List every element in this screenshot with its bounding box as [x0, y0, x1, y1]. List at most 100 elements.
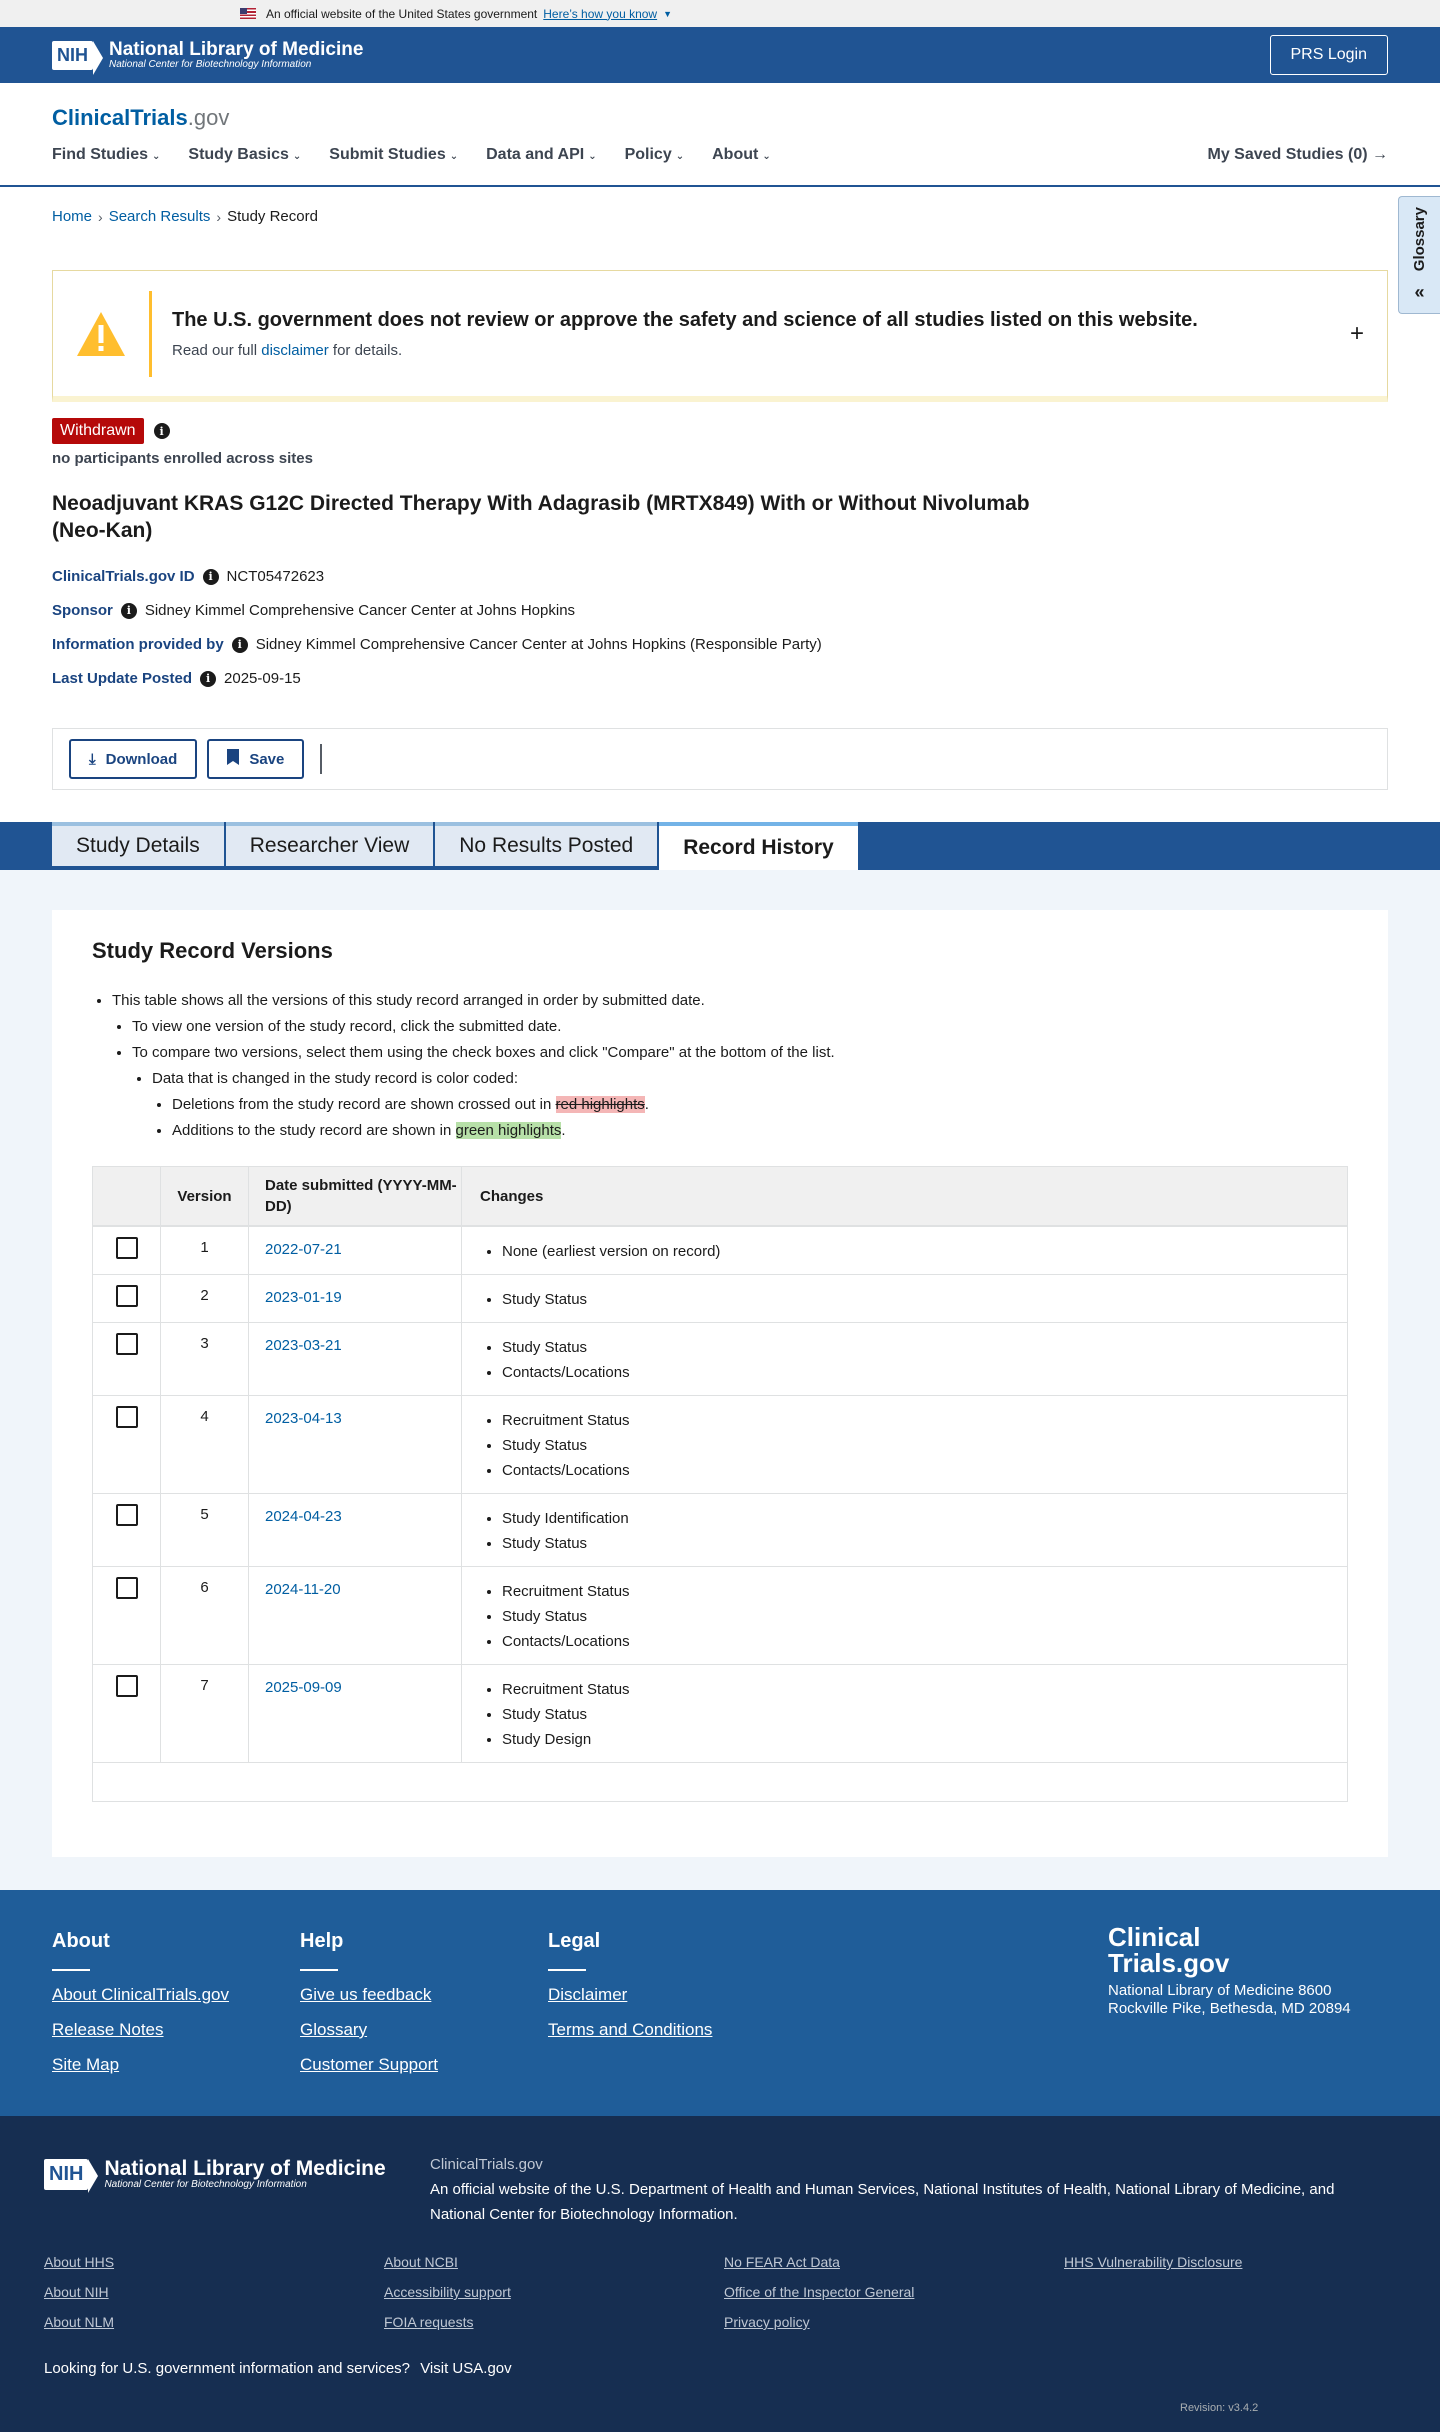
- tab-study-details[interactable]: Study Details: [52, 822, 224, 866]
- compare-checkbox[interactable]: [115, 1675, 138, 1697]
- tab-no-results-posted[interactable]: No Results Posted: [435, 822, 658, 866]
- nav-policy[interactable]: Policy ⌄: [625, 146, 685, 164]
- footer-legal-heading: Legal: [548, 1930, 601, 1952]
- nct-id-row: ClinicalTrials.gov ID i NCT05472623: [52, 568, 324, 585]
- note-item: Data that is changed in the study record…: [152, 1066, 835, 1092]
- status-row: Withdrawn i: [52, 418, 170, 444]
- footer-link[interactable]: Terms and Conditions: [548, 2020, 712, 2040]
- info-icon[interactable]: i: [120, 602, 137, 619]
- footer-link[interactable]: Customer Support: [300, 2055, 438, 2075]
- versions-heading: Study Record Versions: [92, 938, 333, 963]
- change-item: Study Identification: [502, 1506, 629, 1531]
- nih-link[interactable]: National Institutes of Health: [923, 2181, 1106, 2198]
- text: and: [1309, 2181, 1335, 2198]
- nlm-link[interactable]: National Library of Medicine: [1115, 2181, 1301, 2198]
- visit-usa-gov-link[interactable]: Visit USA.gov: [420, 2360, 511, 2377]
- row-checkbox-cell: [93, 1227, 161, 1274]
- footer-bottom-link[interactable]: About NCBI: [384, 2254, 724, 2270]
- arrow-right-icon: →: [1372, 146, 1388, 163]
- nav-submit-studies[interactable]: Submit Studies ⌄: [329, 146, 458, 164]
- info-icon[interactable]: i: [153, 423, 170, 439]
- ncbi-link[interactable]: National Center for Biotechnology Inform…: [430, 2206, 734, 2223]
- disclaimer-link[interactable]: disclaimer: [261, 342, 329, 359]
- change-item: Study Design: [502, 1727, 630, 1752]
- footer-address: National Library of Medicine 8600 Rockvi…: [1108, 1982, 1351, 2017]
- clinicaltrials-logo[interactable]: ClinicalTrials.gov: [52, 105, 229, 131]
- footer-bottom-link[interactable]: Accessibility support: [384, 2284, 724, 2300]
- breadcrumb-current: Study Record: [227, 208, 318, 225]
- footer-help-heading: Help: [300, 1930, 344, 1952]
- enrollment-text: no participants enrolled across sites: [52, 450, 313, 467]
- nav-find-studies[interactable]: Find Studies ⌄: [52, 146, 160, 164]
- download-button[interactable]: ⤓ Download: [69, 739, 198, 779]
- footer-bottom-link[interactable]: Office of the Inspector General: [724, 2284, 1064, 2300]
- footer-bottom-link[interactable]: About HHS: [44, 2254, 384, 2270]
- footer-legal-col: Legal Disclaimer Terms and Conditions: [548, 1930, 712, 2055]
- changes-cell: Study Status: [462, 1275, 1347, 1322]
- table-row: 3 2023-03-21 Study StatusContacts/Location…: [93, 1323, 1347, 1396]
- version-date-link[interactable]: 2023-04-13: [265, 1408, 342, 1429]
- my-saved-studies-link[interactable]: My Saved Studies (0) →: [1208, 146, 1389, 164]
- chevron-down-icon: ⌄: [588, 151, 597, 162]
- sponsor-value: Sidney Kimmel Comprehensive Cancer Cente…: [144, 602, 576, 619]
- save-button[interactable]: Save: [207, 739, 305, 779]
- breadcrumb-search-results[interactable]: Search Results: [109, 208, 211, 225]
- footer-ct-logo[interactable]: Clinical Trials.gov: [1108, 1924, 1368, 1976]
- chevron-right-icon: ›: [98, 208, 103, 225]
- footer-link[interactable]: Give us feedback: [300, 1985, 438, 2005]
- version-date-link[interactable]: 2024-11-20: [265, 1579, 341, 1600]
- footer-bottom-link[interactable]: About NLM: [44, 2314, 384, 2330]
- prs-login-button[interactable]: PRS Login: [1269, 35, 1388, 75]
- nav-study-basics[interactable]: Study Basics ⌄: [188, 146, 301, 164]
- tab-researcher-view[interactable]: Researcher View: [225, 822, 434, 866]
- footer-link[interactable]: Site Map: [52, 2055, 229, 2075]
- compare-checkbox[interactable]: [115, 1577, 138, 1599]
- tab-record-history[interactable]: Record History: [659, 822, 858, 870]
- date-cell: 2023-04-13: [249, 1396, 462, 1493]
- nav-label: Find Studies: [52, 146, 148, 163]
- hhs-link[interactable]: U.S. Department of Health and Human Serv…: [596, 2181, 915, 2198]
- heres-how-you-know-link[interactable]: Here’s how you know: [543, 7, 657, 21]
- nav-label: About: [712, 146, 759, 163]
- footer-link[interactable]: Glossary: [300, 2020, 438, 2040]
- compare-checkbox[interactable]: [115, 1237, 138, 1259]
- version-date-link[interactable]: 2024-04-23: [265, 1506, 342, 1527]
- download-icon: ⤓: [89, 750, 96, 768]
- version-date-link[interactable]: 2023-03-21: [265, 1335, 342, 1356]
- footer-about-col: About About ClinicalTrials.gov Release N…: [52, 1930, 229, 2090]
- footer-link[interactable]: About ClinicalTrials.gov: [52, 1985, 229, 2005]
- nlm-logo[interactable]: NIH National Library of Medicine Nationa…: [52, 39, 363, 75]
- compare-checkbox[interactable]: [115, 1504, 138, 1526]
- footer-bottom-link[interactable]: Privacy policy: [724, 2314, 1064, 2330]
- version-date-link[interactable]: 2023-01-19: [265, 1287, 342, 1308]
- change-item: Recruitment Status: [502, 1677, 630, 1702]
- versions-notes: This table shows all the versions of thi…: [112, 988, 835, 1144]
- footer-bottom-link[interactable]: About NIH: [44, 2284, 384, 2300]
- chevron-down-icon: ▼: [663, 8, 673, 19]
- version-date-link[interactable]: 2022-07-21: [265, 1239, 342, 1260]
- info-provided-value: Sidney Kimmel Comprehensive Cancer Cente…: [255, 636, 822, 653]
- footer-nlm-logo[interactable]: NIH National Library of Medicine Nationa…: [44, 2157, 386, 2193]
- expand-plus-icon[interactable]: +: [1327, 320, 1387, 348]
- footer-bottom-link[interactable]: FOIA requests: [384, 2314, 724, 2330]
- info-icon[interactable]: i: [202, 568, 219, 585]
- last-update-row: Last Update Posted i 2025-09-15: [52, 670, 301, 687]
- breadcrumb-home[interactable]: Home: [52, 208, 92, 225]
- alert-text-post: for details.: [332, 341, 403, 359]
- footer-bottom-link[interactable]: No FEAR Act Data: [724, 2254, 1064, 2270]
- info-icon[interactable]: i: [231, 636, 248, 653]
- compare-checkbox[interactable]: [115, 1333, 138, 1355]
- compare-checkbox[interactable]: [115, 1285, 138, 1307]
- nav-about[interactable]: About ⌄: [712, 146, 771, 164]
- compare-checkbox[interactable]: [115, 1406, 138, 1428]
- chevron-down-icon: ⌄: [292, 151, 302, 162]
- footer-link[interactable]: Release Notes: [52, 2020, 229, 2040]
- footer-link[interactable]: Disclaimer: [548, 1985, 712, 2005]
- version-date-link[interactable]: 2025-09-09: [265, 1677, 342, 1698]
- footer-bottom-link[interactable]: HHS Vulnerability Disclosure: [1064, 2254, 1404, 2270]
- note-item-deletions: Deletions from the study record are show…: [172, 1092, 835, 1118]
- glossary-tab[interactable]: Glossary «: [1398, 196, 1440, 314]
- nav-data-api[interactable]: Data and API ⌄: [486, 146, 596, 164]
- info-icon[interactable]: i: [200, 670, 217, 687]
- table-row: 5 2024-04-23 Study IdentificationStudy Sta…: [93, 1494, 1347, 1567]
